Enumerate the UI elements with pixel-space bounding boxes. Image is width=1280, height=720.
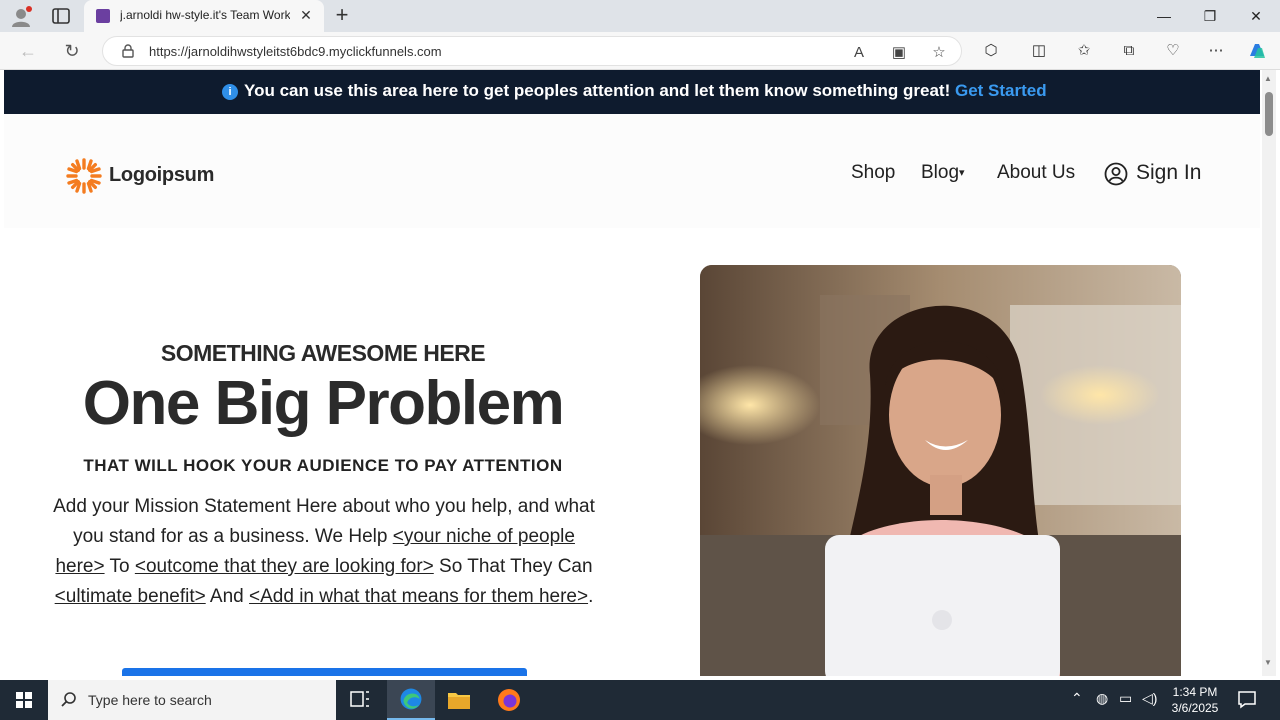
extensions-icon[interactable]: ⬡ [980, 40, 1002, 62]
announcement-text: You can use this area here to get people… [244, 81, 951, 100]
mission-text: And [205, 586, 250, 607]
volume-icon[interactable]: ◁) [1142, 690, 1157, 707]
site-favicon-icon [96, 9, 110, 23]
notification-icon[interactable] [1236, 688, 1258, 710]
address-bar[interactable]: https://jarnoldihwstyleitst6bdc9.myclick… [102, 36, 962, 66]
firefox-icon[interactable] [485, 680, 533, 720]
mission-text: To [104, 556, 135, 577]
mission-text: So That They Can [433, 556, 593, 577]
meet-now-icon[interactable]: ◍ [1096, 690, 1108, 707]
nav-about-us[interactable]: About Us [997, 162, 1075, 184]
network-icon[interactable]: ▭ [1119, 690, 1132, 707]
maximize-button[interactable]: ❐ [1187, 4, 1233, 28]
hero-headline: One Big Problem [82, 369, 565, 438]
immersive-reader-icon[interactable]: ▣ [889, 43, 909, 63]
nav-blog-label: Blog [921, 162, 960, 183]
sign-in-label: Sign In [1136, 161, 1202, 184]
tray-chevron-icon[interactable]: ⌃ [1071, 690, 1083, 707]
clock-time: 1:34 PM [1172, 685, 1218, 699]
url-text[interactable]: https://jarnoldihwstyleitst6bdc9.myclick… [149, 44, 442, 59]
nav-shop[interactable]: Shop [851, 162, 895, 184]
search-icon [61, 692, 76, 707]
page-viewport: i You can use this area here to get peopl… [4, 70, 1260, 676]
logo-text: Logoipsum [109, 164, 215, 186]
more-menu-icon[interactable]: ⋯ [1205, 40, 1227, 62]
mission-benefit-placeholder: <ultimate benefit> [54, 586, 206, 607]
get-started-link[interactable]: Get Started [955, 81, 1047, 100]
active-tab[interactable]: j.arnoldi hw-style.it's Team Work ✕ [84, 0, 324, 32]
mission-statement: Add your Mission Statement Here about wh… [50, 492, 598, 612]
windows-start-icon[interactable] [0, 680, 48, 720]
hero-eyebrow: SOMETHING AWESOME HERE [160, 340, 486, 366]
browser-toolbar: ← ↻ https://jarnoldihwstyleitst6bdc9.myc… [0, 32, 1280, 70]
tab-close-icon[interactable]: ✕ [298, 7, 314, 23]
read-aloud-icon[interactable]: A [849, 43, 869, 63]
clock-date: 3/6/2025 [1171, 701, 1219, 715]
site-header: Logoipsum Shop Blog▾ About Us Sign In [4, 114, 1260, 228]
file-explorer-icon[interactable] [435, 680, 483, 720]
user-circle-icon [1104, 162, 1128, 186]
taskbar-search[interactable]: Type here to search [48, 680, 336, 720]
browser-essentials-icon[interactable]: ♡ [1162, 40, 1184, 62]
hero-cta-button[interactable] [122, 668, 527, 676]
windows-taskbar: Type here to search ⌃ ◍ ▭ ◁) 1:34 PM 3/6… [0, 680, 1280, 720]
info-icon: i [222, 84, 238, 100]
favorite-star-icon[interactable]: ☆ [929, 43, 949, 63]
edge-taskbar-icon[interactable] [387, 680, 435, 720]
copilot-icon[interactable] [1246, 40, 1268, 62]
hero-image [700, 265, 1181, 676]
mission-text: . [588, 586, 594, 607]
scroll-down-icon[interactable]: ▼ [1264, 658, 1272, 667]
favorites-icon[interactable]: ✩ [1073, 40, 1095, 62]
window-close-button[interactable]: ✕ [1233, 4, 1279, 28]
mission-meaning-placeholder: <Add in what that means for them here> [249, 586, 589, 607]
scroll-up-icon[interactable]: ▲ [1264, 74, 1272, 83]
back-icon[interactable]: ← [17, 40, 39, 62]
tab-title: j.arnoldi hw-style.it's Team Work [120, 8, 290, 22]
lock-icon[interactable] [121, 44, 135, 58]
browser-tab-bar: j.arnoldi hw-style.it's Team Work ✕ + — … [0, 0, 1280, 32]
split-screen-icon[interactable]: ◫ [1028, 40, 1050, 62]
profile-icon[interactable] [10, 6, 32, 28]
nav-blog[interactable]: Blog▾ [921, 162, 965, 184]
refresh-icon[interactable]: ↻ [61, 40, 83, 62]
scrollbar-thumb[interactable] [1265, 92, 1273, 136]
mission-outcome-placeholder: <outcome that they are looking for> [134, 556, 434, 577]
announcement-bar: i You can use this area here to get peopl… [4, 70, 1260, 114]
announcement-content: i You can use this area here to get peopl… [222, 81, 1047, 101]
hero-subhead: THAT WILL HOOK YOUR AUDIENCE TO PAY ATTE… [83, 456, 563, 475]
task-view-icon[interactable] [336, 680, 384, 720]
woman-with-laptop-photo [700, 265, 1181, 676]
collections-icon[interactable]: ⧉ [1118, 40, 1140, 62]
logo-sun-icon [66, 158, 102, 194]
search-placeholder: Type here to search [88, 692, 212, 708]
tab-actions-icon[interactable] [50, 6, 72, 26]
taskbar-clock[interactable]: 1:34 PM 3/6/2025 [1160, 684, 1230, 716]
page-scrollbar[interactable]: ▲ ▼ [1262, 70, 1276, 676]
chevron-down-icon: ▾ [959, 167, 965, 179]
new-tab-button[interactable]: + [332, 4, 352, 26]
minimize-button[interactable]: — [1141, 4, 1187, 28]
